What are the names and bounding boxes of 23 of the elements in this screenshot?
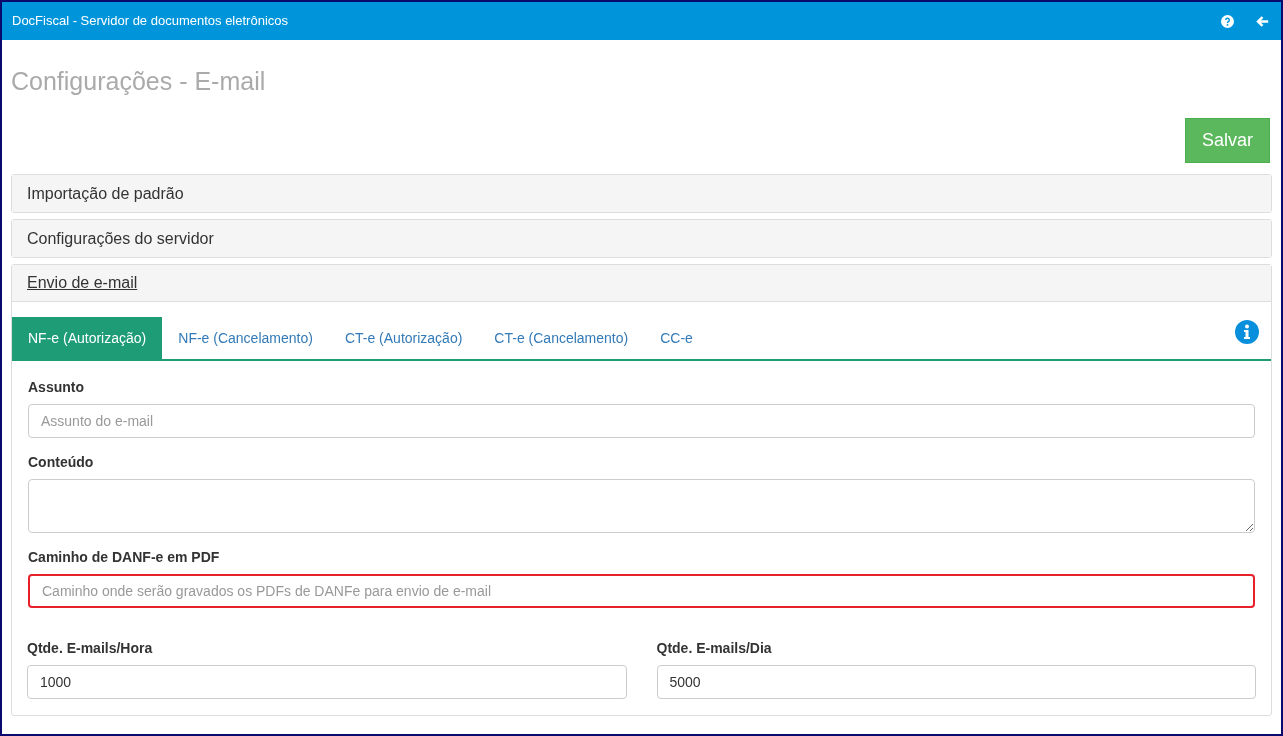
input-field[interactable]: Caminho onde serão gravados os PDFs de DANFe para envio de e-mail (28, 574, 1255, 608)
tab[interactable]: CC-e (644, 317, 709, 359)
field-label: Caminho de DANF-e em PDF (28, 548, 221, 567)
page-title: Configurações - E-mail (11, 66, 267, 96)
field-label: Qtde. E-mails/Dia (656, 639, 773, 658)
input-field[interactable]: Assunto do e-mail (28, 404, 1255, 438)
field-label: Assunto (28, 378, 85, 397)
accordion-header[interactable]: Configurações do servidor (12, 220, 1271, 257)
tab[interactable]: NF-e (Cancelamento) (162, 317, 329, 359)
accordion-header[interactable]: Importação de padrão (12, 175, 1271, 212)
accordion-header[interactable]: Envio de e-mail (12, 265, 1271, 302)
info-icon[interactable] (1235, 320, 1259, 344)
help-icon[interactable] (1221, 14, 1234, 28)
field-label: Conteúdo (28, 453, 95, 472)
window-title: DocFiscal - Servidor de documentos eletrônicos (12, 12, 289, 31)
tab[interactable]: NF-e (Autorização) (12, 317, 163, 359)
tab[interactable]: CT-e (Cancelamento) (478, 317, 645, 359)
tab[interactable]: CT-e (Autorização) (328, 317, 479, 359)
field-label: Qtde. E-mails/Hora (27, 639, 154, 658)
input-field[interactable]: 5000 (656, 665, 1256, 699)
back-arrow-icon[interactable] (1256, 14, 1269, 28)
input-field[interactable]: 1000 (27, 665, 627, 699)
save-button[interactable]: Salvar (1185, 118, 1270, 163)
